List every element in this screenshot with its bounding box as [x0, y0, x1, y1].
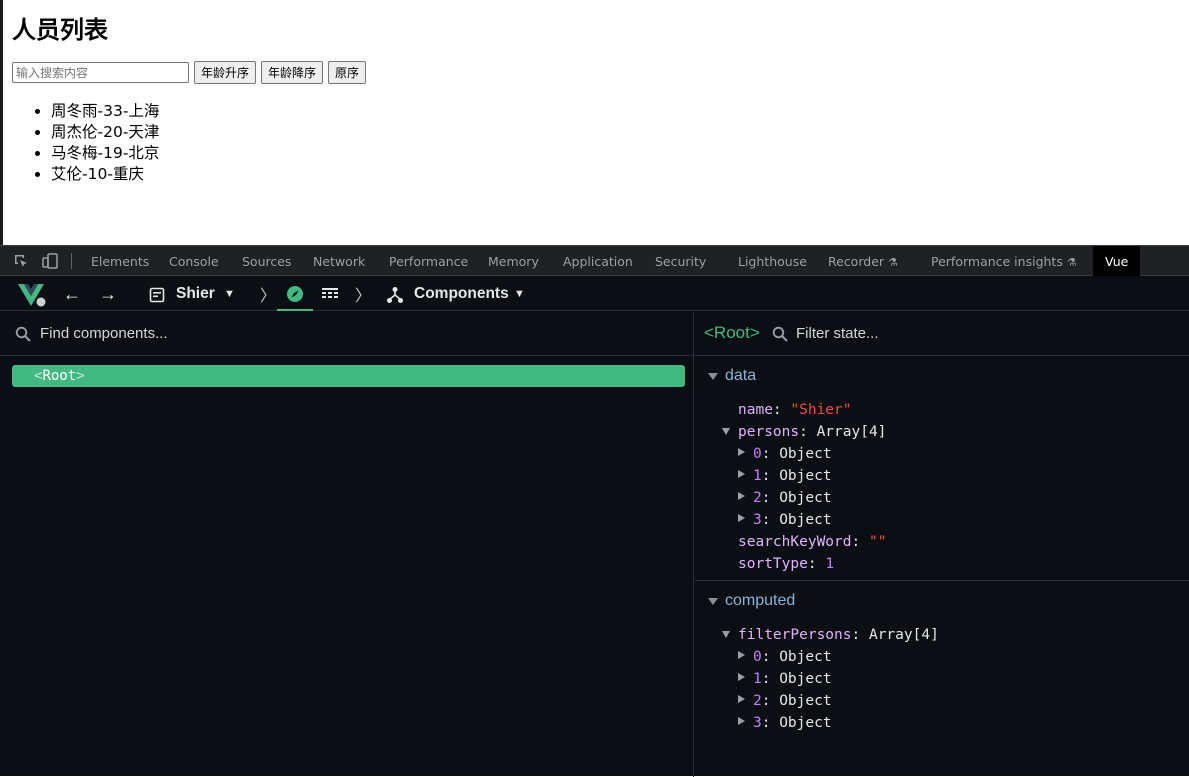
find-components-input[interactable]: Find components...	[40, 325, 168, 342]
devtools-tabbar: Elements Console Sources Network Perform…	[0, 246, 1189, 276]
vue-toolbar: ← → Shier ▼ 〉 〉 Components ▼	[0, 277, 1189, 311]
collapse-triangle-icon[interactable]	[708, 373, 718, 380]
person-list: 周冬雨-33-上海 周杰伦-20-天津 马冬梅-19-北京 艾伦-10-重庆	[51, 101, 159, 185]
tab-lighthouse[interactable]: Lighthouse	[738, 246, 807, 276]
breadcrumb-separator-icon: 〉	[355, 288, 372, 305]
state-row-item[interactable]: 0: Object	[753, 649, 832, 665]
expand-triangle-icon[interactable]	[722, 428, 730, 435]
tab-performance-insights-label: Performance insights	[931, 254, 1063, 269]
app-selector-icon[interactable]	[149, 287, 165, 303]
collapse-triangle-icon[interactable]	[708, 598, 718, 605]
state-row-filterpersons[interactable]: filterPersons: Array[4]	[738, 627, 939, 643]
state-header: <Root> Filter state...	[695, 312, 1189, 356]
sort-desc-button[interactable]: 年龄降序	[261, 61, 324, 84]
page-title: 人员列表	[12, 16, 108, 44]
state-inspector-pane: <Root> Filter state... data name: "Shier…	[695, 312, 1189, 777]
experiment-flask-icon: ⚗	[888, 256, 898, 269]
vue-logo-icon[interactable]	[17, 283, 47, 307]
controls-bar: 年龄升序 年龄降序 原序	[12, 61, 367, 84]
tab-elements[interactable]: Elements	[91, 246, 149, 276]
component-tree-item-root[interactable]: <Root>	[12, 365, 685, 387]
back-arrow-icon[interactable]: ←	[63, 277, 81, 311]
devtools-panel: Elements Console Sources Network Perform…	[0, 245, 1189, 777]
expand-triangle-icon[interactable]	[738, 470, 745, 478]
compass-icon	[287, 286, 303, 302]
list-item: 周冬雨-33-上海	[51, 101, 159, 122]
computed-section-title[interactable]: computed	[725, 592, 795, 610]
expand-triangle-icon[interactable]	[738, 448, 745, 456]
selected-component-tag: <Root>	[704, 323, 760, 342]
device-toolbar-icon[interactable]	[41, 252, 59, 270]
breadcrumb-separator-icon: 〉	[260, 288, 277, 305]
find-components-bar[interactable]: Find components...	[0, 312, 694, 356]
expand-triangle-icon[interactable]	[738, 695, 745, 703]
tab-recorder-label: Recorder	[828, 254, 885, 269]
state-row-item[interactable]: 1: Object	[753, 671, 832, 687]
tag-bracket: >	[76, 368, 85, 384]
tabbar-divider	[71, 253, 72, 269]
sort-asc-button[interactable]: 年龄升序	[194, 61, 257, 84]
search-input[interactable]	[12, 62, 189, 83]
tab-performance[interactable]: Performance	[389, 246, 468, 276]
component-tree-pane: Find components... <Root>	[0, 312, 694, 777]
data-section-title[interactable]: data	[725, 367, 756, 385]
app-page: 人员列表 年龄升序 年龄降序 原序 周冬雨-33-上海 周杰伦-20-天津 马冬…	[0, 0, 1189, 245]
component-tree-icon[interactable]	[386, 286, 404, 304]
expand-triangle-icon[interactable]	[738, 492, 745, 500]
chevron-down-icon[interactable]: ▼	[514, 277, 525, 311]
tab-recorder[interactable]: Recorder ⚗	[828, 246, 898, 276]
state-row-name[interactable]: name: "Shier"	[738, 402, 852, 418]
component-name: Root	[42, 368, 77, 384]
inspector-tab-active[interactable]	[277, 277, 313, 311]
inspect-element-icon[interactable]	[12, 252, 30, 270]
filter-state-input[interactable]: Filter state...	[796, 325, 879, 342]
expand-triangle-icon[interactable]	[722, 631, 730, 638]
state-row-item[interactable]: 3: Object	[753, 715, 832, 731]
tab-security[interactable]: Security	[655, 246, 706, 276]
state-row-searchkeyword[interactable]: searchKeyWord: ""	[738, 534, 886, 550]
chevron-down-icon[interactable]: ▼	[224, 277, 235, 311]
expand-triangle-icon[interactable]	[738, 651, 745, 659]
expand-triangle-icon[interactable]	[738, 673, 745, 681]
state-row-item[interactable]: 3: Object	[753, 512, 832, 528]
forward-arrow-icon[interactable]: →	[99, 277, 117, 311]
tab-network[interactable]: Network	[313, 246, 365, 276]
state-row-item[interactable]: 2: Object	[753, 693, 832, 709]
search-icon	[772, 326, 788, 342]
tab-vue[interactable]: Vue	[1093, 246, 1141, 276]
list-item: 马冬梅-19-北京	[51, 143, 159, 164]
state-row-persons[interactable]: persons: Array[4]	[738, 424, 886, 440]
list-item: 周杰伦-20-天津	[51, 122, 159, 143]
list-item: 艾伦-10-重庆	[51, 164, 159, 185]
state-row-item[interactable]: 1: Object	[753, 468, 832, 484]
app-name[interactable]: Shier	[176, 277, 215, 311]
tab-sources[interactable]: Sources	[242, 246, 291, 276]
section-divider	[695, 580, 1189, 581]
experiment-flask-icon: ⚗	[1066, 256, 1077, 269]
state-row-item[interactable]: 0: Object	[753, 446, 832, 462]
search-icon	[15, 326, 31, 342]
view-selector[interactable]: Components	[414, 277, 509, 311]
tab-console[interactable]: Console	[169, 246, 219, 276]
expand-triangle-icon[interactable]	[738, 717, 745, 725]
state-row-item[interactable]: 2: Object	[753, 490, 832, 506]
tab-memory[interactable]: Memory	[488, 246, 539, 276]
tab-application[interactable]: Application	[563, 246, 633, 276]
tab-performance-insights[interactable]: Performance insights ⚗	[931, 246, 1077, 276]
state-row-sorttype[interactable]: sortType: 1	[738, 556, 834, 572]
original-order-button[interactable]: 原序	[328, 61, 367, 84]
expand-triangle-icon[interactable]	[738, 514, 745, 522]
timeline-icon[interactable]	[321, 287, 339, 301]
